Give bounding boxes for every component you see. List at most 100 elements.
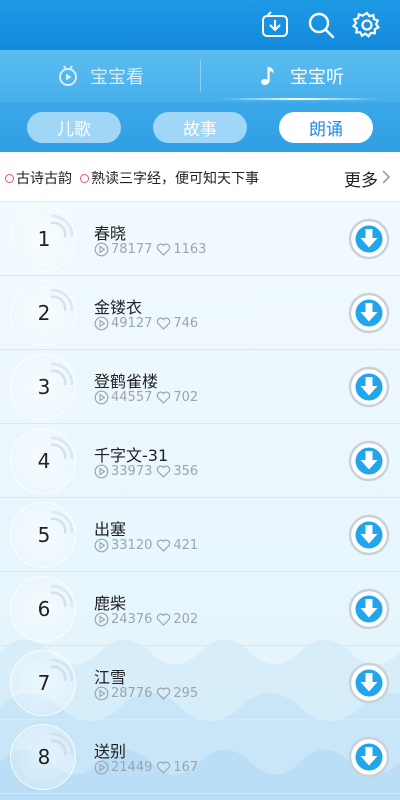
- play-count: 33973: [111, 464, 153, 479]
- download-arrow-icon: [348, 514, 390, 556]
- tab-stories[interactable]: 故事: [153, 112, 247, 143]
- list-item[interactable]: 5 出塞 33120 421: [0, 498, 400, 572]
- rank-number: 3: [37, 375, 51, 399]
- search-button[interactable]: [306, 10, 336, 40]
- download-button[interactable]: [348, 366, 390, 408]
- rank-number: 4: [37, 449, 51, 473]
- play-count-icon: [94, 390, 109, 405]
- rank-number: 7: [37, 671, 51, 695]
- chevron-right-icon: [382, 170, 391, 184]
- gear-icon: [351, 11, 381, 38]
- track-stats: 78177 1163: [94, 242, 206, 257]
- like-count: 702: [173, 390, 199, 405]
- track-title: 登鹤雀楼: [94, 372, 159, 391]
- play-count-icon: [94, 612, 109, 627]
- track-title: 金镂衣: [94, 298, 143, 317]
- download-arrow-icon: [348, 366, 390, 408]
- like-count: 202: [173, 612, 199, 627]
- download-arrow-icon: [348, 218, 390, 260]
- list-item[interactable]: 3 登鹤雀楼 44557 702: [0, 350, 400, 424]
- tv-icon: [59, 65, 77, 86]
- play-count-icon: [94, 316, 109, 331]
- topic-strip: 古诗古韵 熟读三字经，便可知天下事 更多: [0, 152, 400, 202]
- recitation-list: 1 春晓 78177 1163 2 金镂衣 49127 746 3 登鹤雀楼 4…: [0, 202, 400, 800]
- heart-icon: [157, 613, 171, 626]
- list-item[interactable]: 7 江雪 28776 295: [0, 646, 400, 720]
- download-button[interactable]: [348, 514, 390, 556]
- play-count-icon: [94, 242, 109, 257]
- heart-icon: [157, 687, 171, 700]
- like-count: 167: [173, 760, 199, 775]
- rank-badge: 4: [10, 428, 76, 494]
- track-title: 江雪: [94, 668, 127, 687]
- download-arrow-icon: [348, 736, 390, 778]
- tab-nursery-rhymes[interactable]: 儿歌: [27, 112, 121, 143]
- track-stats: 33973 356: [94, 464, 198, 479]
- download-manager-button[interactable]: [260, 10, 290, 40]
- like-count: 421: [173, 538, 199, 553]
- download-box-icon: [262, 11, 288, 37]
- tag-dot-icon: [5, 173, 14, 183]
- download-button[interactable]: [348, 218, 390, 260]
- list-item[interactable]: 6 鹿柴 24376 202: [0, 572, 400, 646]
- tab-recitation[interactable]: 朗诵: [279, 112, 373, 143]
- play-count: 78177: [111, 242, 153, 257]
- rank-badge: 8: [10, 724, 76, 790]
- mode-watch-label: 宝宝看: [90, 67, 144, 88]
- track-stats: 44557 702: [94, 390, 198, 405]
- play-count-icon: [94, 538, 109, 553]
- track-title: 千字文-31: [94, 446, 169, 465]
- download-button[interactable]: [348, 440, 390, 482]
- rank-badge: 1: [10, 206, 76, 272]
- download-button[interactable]: [348, 662, 390, 704]
- heart-icon: [157, 465, 171, 478]
- rank-badge: 7: [10, 650, 76, 716]
- mode-watch-tab[interactable]: 宝宝看: [0, 50, 200, 102]
- download-arrow-icon: [348, 292, 390, 334]
- track-title: 鹿柴: [94, 594, 127, 613]
- topic-tag[interactable]: 古诗古韵: [5, 168, 72, 188]
- tag-dot-icon: [80, 173, 89, 183]
- heart-icon: [157, 761, 171, 774]
- mode-listen-label: 宝宝听: [290, 67, 344, 88]
- mode-listen-tab[interactable]: 宝宝听: [200, 50, 400, 102]
- track-stats: 24376 202: [94, 612, 198, 627]
- music-note-icon: [261, 67, 274, 85]
- play-count-icon: [94, 686, 109, 701]
- list-item[interactable]: 1 春晓 78177 1163: [0, 202, 400, 276]
- like-count: 1163: [173, 242, 207, 257]
- heart-icon: [157, 391, 171, 404]
- rank-number: 5: [37, 523, 51, 547]
- list-item[interactable]: 4 千字文-31 33973 356: [0, 424, 400, 498]
- more-button[interactable]: 更多: [344, 166, 378, 191]
- track-stats: 33120 421: [94, 538, 198, 553]
- rank-badge: 2: [10, 280, 76, 346]
- list-item[interactable]: 8 送别 21449 167: [0, 720, 400, 794]
- rank-number: 6: [37, 597, 51, 621]
- settings-button[interactable]: [351, 10, 382, 40]
- download-arrow-icon: [348, 440, 390, 482]
- top-action-bar: [0, 0, 400, 50]
- like-count: 746: [173, 316, 199, 331]
- category-tabs: 儿歌 故事 朗诵: [0, 102, 400, 152]
- rank-number: 8: [37, 745, 51, 769]
- track-stats: 49127 746: [94, 316, 198, 331]
- download-arrow-icon: [348, 588, 390, 630]
- play-count: 33120: [111, 538, 153, 553]
- topic-tag-label: 古诗古韵: [16, 171, 72, 187]
- list-item[interactable]: 2 金镂衣 49127 746: [0, 276, 400, 350]
- track-stats: 28776 295: [94, 686, 198, 701]
- track-title: 出塞: [94, 520, 127, 539]
- play-count: 21449: [111, 760, 153, 775]
- topic-tag-label: 熟读三字经，便可知天下事: [91, 171, 259, 187]
- download-button[interactable]: [348, 736, 390, 778]
- like-count: 356: [173, 464, 199, 479]
- download-button[interactable]: [348, 292, 390, 334]
- download-button[interactable]: [348, 588, 390, 630]
- heart-icon: [157, 317, 171, 330]
- track-title: 送别: [94, 742, 127, 761]
- play-count: 28776: [111, 686, 153, 701]
- search-icon: [308, 12, 335, 39]
- topic-tag[interactable]: 熟读三字经，便可知天下事: [80, 168, 259, 188]
- rank-number: 2: [37, 301, 51, 325]
